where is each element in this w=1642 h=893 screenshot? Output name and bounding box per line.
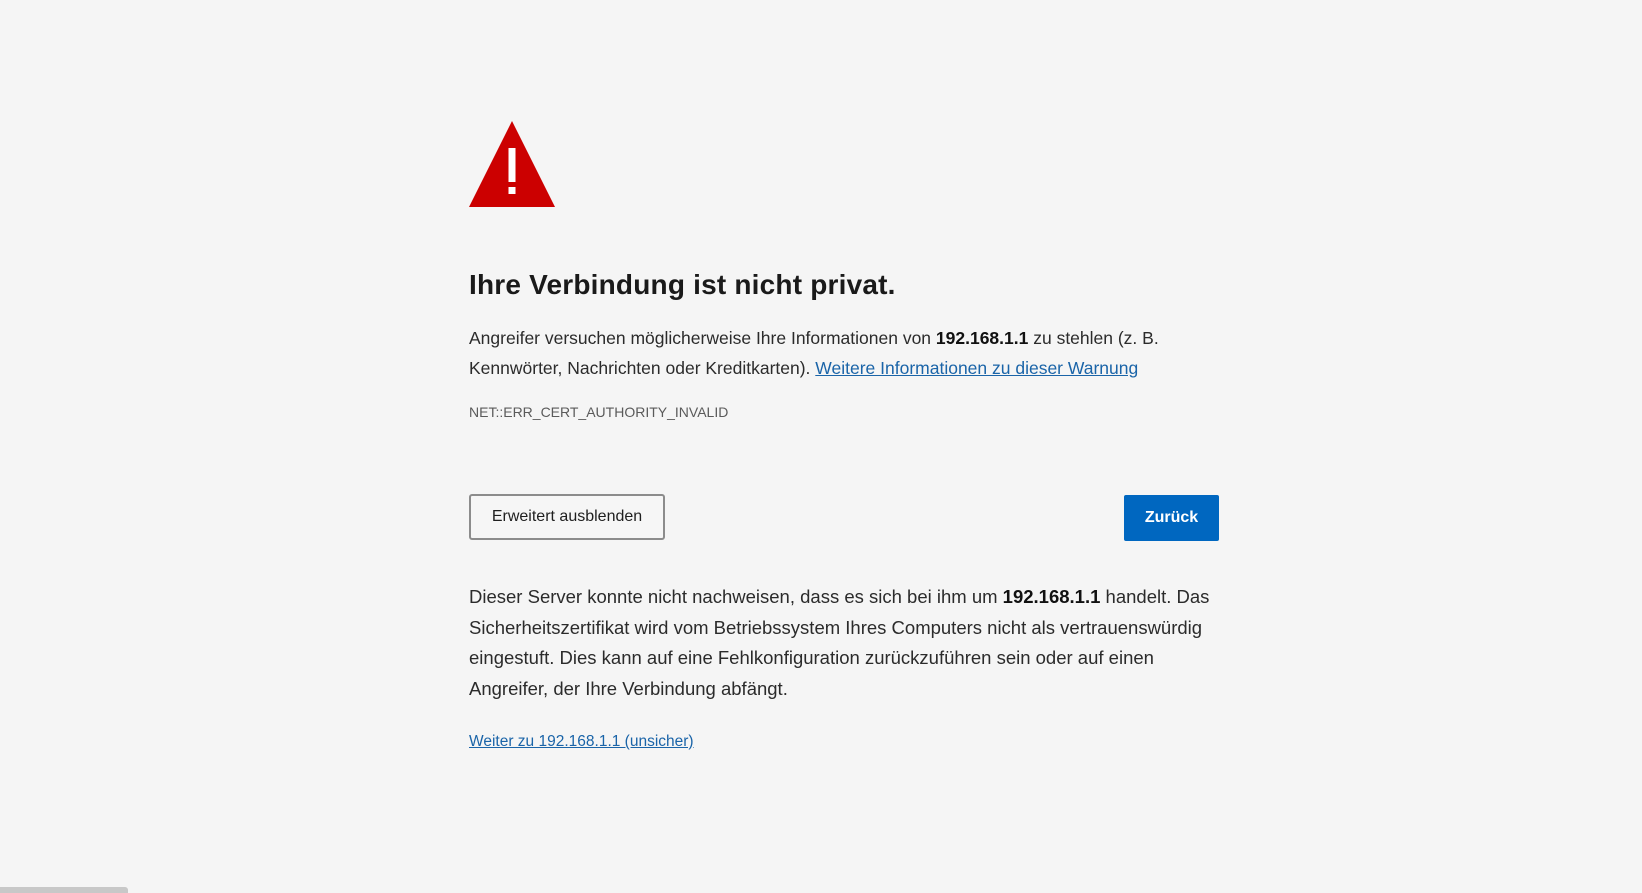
page-title: Ihre Verbindung ist nicht privat. [469, 269, 896, 300]
horizontal-scrollbar-thumb[interactable] [0, 887, 128, 893]
error-code: NET::ERR_CERT_AUTHORITY_INVALID [469, 404, 729, 420]
intro-text: Angreifer versuchen möglicherweise Ihre … [469, 323, 1219, 383]
details-text-part: Dieser Server konnte nicht nachweisen, d… [469, 586, 1003, 607]
details-text: Dieser Server konnte nicht nachweisen, d… [469, 582, 1219, 704]
warning-triangle-icon [469, 121, 555, 207]
hide-advanced-button[interactable]: Erweitert ausblenden [469, 494, 665, 540]
button-row: Erweitert ausblenden Zurück [469, 494, 1219, 542]
learn-more-link[interactable]: Weitere Informationen zu dieser Warnung [815, 358, 1138, 378]
intro-text-part: Angreifer versuchen möglicherweise Ihre … [469, 328, 936, 348]
interstitial-page: Ihre Verbindung ist nicht privat. Angrei… [0, 0, 1642, 893]
host-address: 192.168.1.1 [935, 328, 1029, 348]
proceed-paragraph: Weiter zu 192.168.1.1 (unsicher) [469, 732, 1219, 752]
host-address: 192.168.1.1 [1002, 586, 1101, 607]
warning-content: Ihre Verbindung ist nicht privat. Angrei… [469, 121, 1219, 752]
proceed-unsafe-link[interactable]: Weiter zu 192.168.1.1 (unsicher) [469, 733, 694, 750]
back-button[interactable]: Zurück [1124, 495, 1219, 541]
